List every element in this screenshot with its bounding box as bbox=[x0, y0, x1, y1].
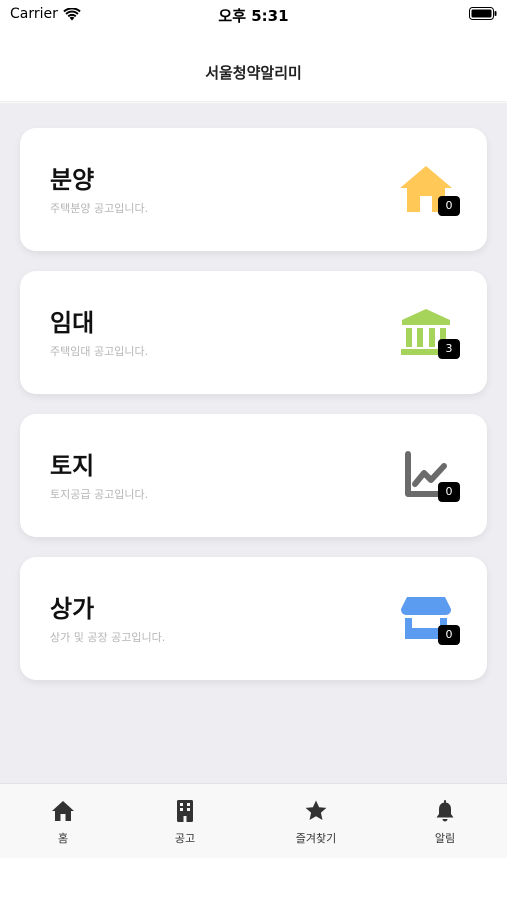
count-badge: 0 bbox=[438, 625, 460, 645]
card-subtitle: 주택임대 공고입니다. bbox=[50, 345, 149, 358]
home-icon bbox=[52, 801, 74, 821]
navigation-bar: 서울청약알리미 bbox=[0, 32, 507, 102]
card-subtitle: 토지공급 공고입니다. bbox=[50, 488, 149, 501]
card-subtitle: 상가 및 공장 공고입니다. bbox=[50, 631, 166, 644]
bell-icon bbox=[436, 800, 454, 822]
card-title: 토지 bbox=[50, 452, 95, 480]
count-badge: 0 bbox=[438, 482, 460, 502]
tab-announcements[interactable]: 공고 bbox=[122, 784, 248, 859]
card-icon-wrap: 0 bbox=[398, 593, 460, 647]
card-rent[interactable]: 임대 주택임대 공고입니다. 3 bbox=[20, 271, 487, 394]
tab-label: 공고 bbox=[174, 832, 196, 845]
page-title: 서울청약알리미 bbox=[205, 64, 302, 82]
card-title: 임대 bbox=[50, 309, 95, 337]
card-icon-wrap: 3 bbox=[398, 307, 460, 361]
card-subtitle: 주택분양 공고입니다. bbox=[50, 202, 149, 215]
home-indicator-area bbox=[0, 858, 507, 900]
tab-home[interactable]: 홈 bbox=[0, 784, 126, 859]
building-icon bbox=[177, 800, 193, 822]
tab-label: 알림 bbox=[434, 832, 456, 845]
card-sale[interactable]: 분양 주택분양 공고입니다. 0 bbox=[20, 128, 487, 251]
status-time: 오후 5:31 bbox=[218, 7, 289, 25]
status-bar: Carrier 오후 5:31 bbox=[0, 0, 507, 32]
card-title: 상가 bbox=[50, 595, 95, 623]
tab-label: 즐겨찾기 bbox=[295, 832, 337, 845]
card-title: 분양 bbox=[50, 166, 95, 194]
count-badge: 0 bbox=[438, 196, 460, 216]
battery-icon bbox=[469, 7, 497, 20]
star-icon bbox=[305, 800, 327, 820]
tab-bar: 홈 공고 즐겨찾기 알림 bbox=[0, 783, 507, 858]
tab-label: 홈 bbox=[57, 832, 69, 845]
tab-favorites[interactable]: 즐겨찾기 bbox=[253, 784, 379, 859]
count-badge: 3 bbox=[438, 339, 460, 359]
tab-notifications[interactable]: 알림 bbox=[382, 784, 507, 859]
card-icon-wrap: 0 bbox=[398, 450, 460, 504]
main-content: 분양 주택분양 공고입니다. 0 임대 주택임대 공고입니다. 3 토지 토지공… bbox=[0, 103, 507, 783]
card-land[interactable]: 토지 토지공급 공고입니다. 0 bbox=[20, 414, 487, 537]
card-icon-wrap: 0 bbox=[398, 164, 460, 218]
card-store[interactable]: 상가 상가 및 공장 공고입니다. 0 bbox=[20, 557, 487, 680]
